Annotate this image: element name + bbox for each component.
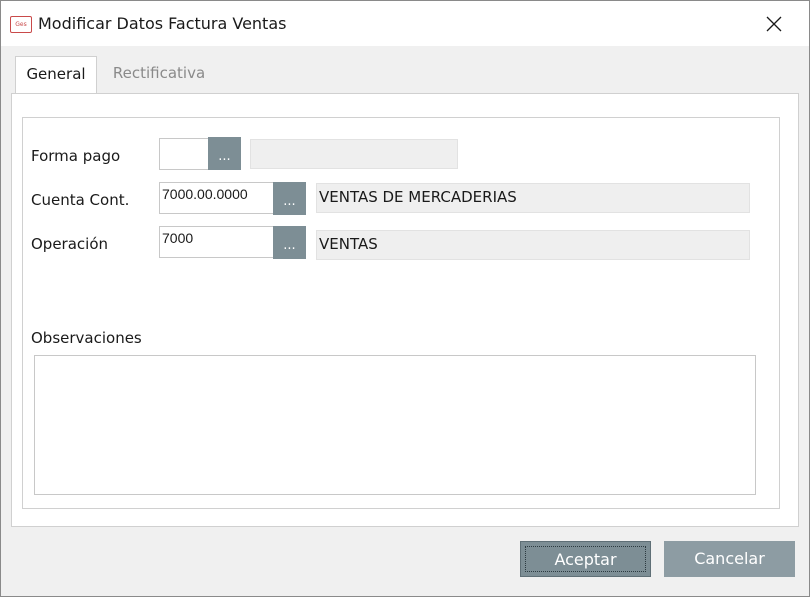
cuenta-cont-browse-button[interactable]: ... — [273, 182, 306, 215]
cuenta-cont-label: Cuenta Cont. — [31, 191, 130, 209]
operacion-field[interactable]: 7000 — [159, 226, 276, 258]
observaciones-label: Observaciones — [31, 329, 142, 347]
close-icon — [766, 16, 782, 32]
observaciones-textarea[interactable] — [34, 355, 756, 495]
title-bar: Ges Modificar Datos Factura Ventas — [1, 1, 809, 46]
form-group: Forma pago ... Cuenta Cont. 7000.00.0000… — [22, 117, 780, 509]
window-title: Modificar Datos Factura Ventas — [38, 14, 287, 33]
cancel-button[interactable]: Cancelar — [664, 541, 795, 577]
operacion-label: Operación — [31, 235, 109, 253]
forma-pago-description — [250, 139, 458, 169]
app-icon: Ges — [10, 16, 32, 33]
close-button[interactable] — [753, 7, 795, 41]
cuenta-cont-description: VENTAS DE MERCADERIAS — [316, 183, 750, 213]
accept-button[interactable]: Aceptar — [520, 541, 651, 577]
tab-general[interactable]: General — [15, 56, 97, 95]
forma-pago-field[interactable] — [159, 138, 209, 170]
operacion-browse-button[interactable]: ... — [273, 226, 306, 259]
forma-pago-browse-button[interactable]: ... — [208, 137, 241, 170]
forma-pago-label: Forma pago — [31, 147, 121, 165]
dialog-window: Ges Modificar Datos Factura Ventas Gener… — [0, 0, 810, 597]
tab-panel-general: Forma pago ... Cuenta Cont. 7000.00.0000… — [11, 93, 799, 527]
operacion-description: VENTAS — [316, 230, 750, 260]
accept-button-label: Aceptar — [554, 550, 617, 569]
tab-bar: General Rectificativa — [11, 56, 799, 95]
cuenta-cont-field[interactable]: 7000.00.0000 — [159, 182, 276, 214]
tab-rectificativa[interactable]: Rectificativa — [103, 56, 215, 92]
